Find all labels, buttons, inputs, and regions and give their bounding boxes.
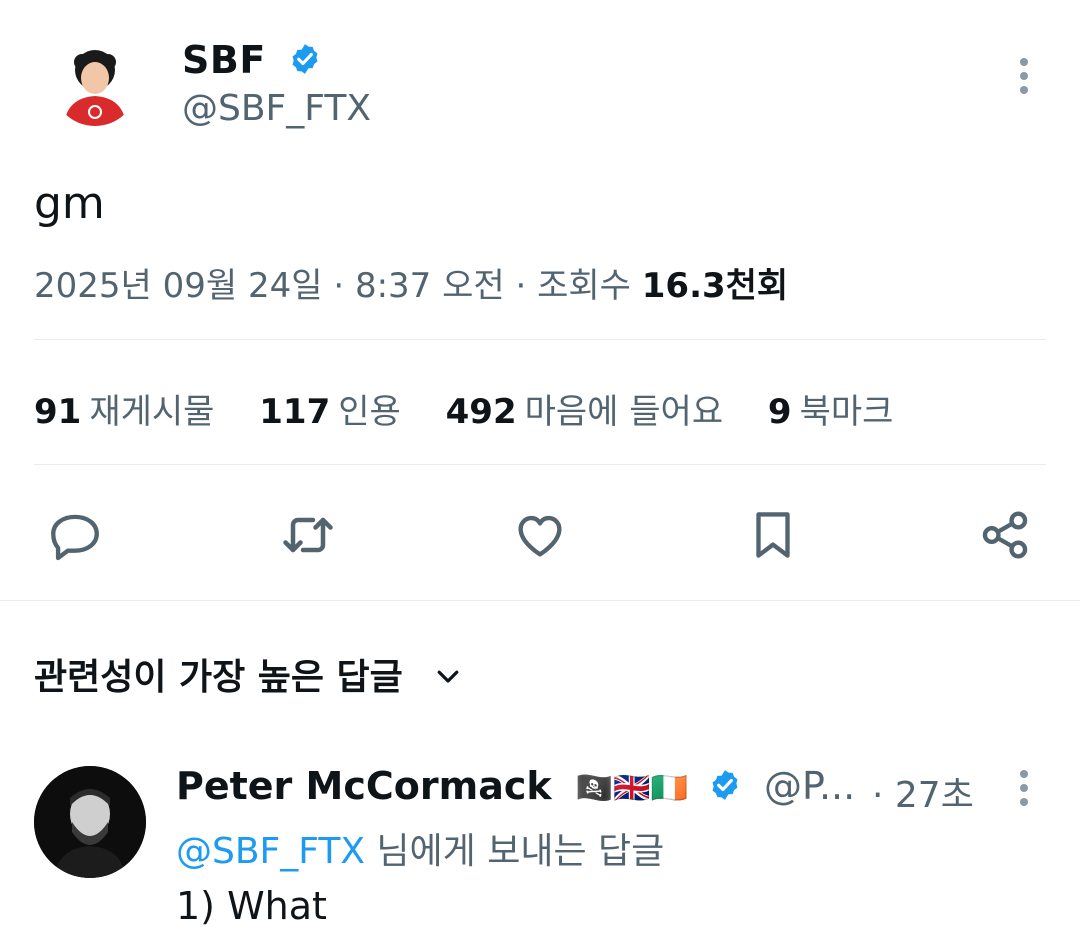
meta-separator: · (333, 266, 345, 306)
tweet-stats: 91 재게시물 117 인용 492 마음에 들어요 9 북마크 (34, 384, 927, 433)
reply-header: Peter McCormack 🏴‍☠️🇬🇧🇮🇪 @P... (176, 764, 855, 811)
replying-to-suffix: 님에게 보내는 답글 (364, 831, 665, 872)
more-options-icon[interactable] (1010, 58, 1038, 98)
tweet-text: gm (34, 178, 105, 229)
reply-author-flags: 🏴‍☠️🇬🇧🇮🇪 (575, 771, 688, 806)
reply-text: 1) What (176, 884, 327, 928)
section-divider (0, 600, 1080, 601)
stat-likes[interactable]: 492 마음에 들어요 (446, 392, 723, 432)
chevron-down-icon (433, 659, 463, 700)
divider (34, 464, 1046, 465)
replies-sort-dropdown[interactable]: 관련성이 가장 높은 답글 (34, 648, 463, 700)
stat-quotes[interactable]: 117 인용 (259, 392, 401, 432)
share-icon[interactable] (970, 500, 1040, 570)
author-name-text[interactable]: SBF (182, 38, 266, 82)
more-options-icon[interactable] (1010, 770, 1038, 810)
tweet-date[interactable]: 2025년 09월 24일 (34, 266, 323, 306)
meta-separator: · (515, 266, 527, 306)
author-name[interactable]: SBF (182, 38, 322, 85)
tweet-meta: 2025년 09월 24일 · 8:37 오전 · 조회수 16.3천회 (34, 258, 788, 307)
author-avatar[interactable] (52, 40, 138, 126)
replying-to: @SBF_FTX 님에게 보내는 답글 (176, 822, 664, 874)
verified-badge-icon (708, 767, 742, 811)
author-handle[interactable]: @SBF_FTX (182, 88, 371, 129)
reply-timestamp[interactable]: · 27초 (872, 766, 974, 818)
reply-author-handle[interactable]: @P... (764, 764, 855, 808)
retweet-icon[interactable] (273, 500, 343, 570)
bookmark-icon[interactable] (738, 500, 808, 570)
reply-icon[interactable] (40, 500, 110, 570)
verified-badge-icon (288, 41, 322, 85)
tweet-time[interactable]: 8:37 오전 (355, 266, 505, 306)
reply-avatar[interactable] (34, 766, 146, 878)
replies-sort-label: 관련성이 가장 높은 답글 (34, 657, 403, 698)
reply-author-name[interactable]: Peter McCormack (176, 764, 552, 808)
heart-icon[interactable] (505, 500, 575, 570)
action-bar (40, 500, 1040, 570)
views-count: 16.3천회 (641, 266, 789, 306)
replying-to-mention[interactable]: @SBF_FTX (176, 831, 365, 872)
divider (34, 339, 1046, 340)
stat-bookmarks[interactable]: 9 북마크 (768, 392, 894, 432)
views-label: 조회수 (537, 266, 631, 306)
stat-reposts[interactable]: 91 재게시물 (34, 392, 214, 432)
